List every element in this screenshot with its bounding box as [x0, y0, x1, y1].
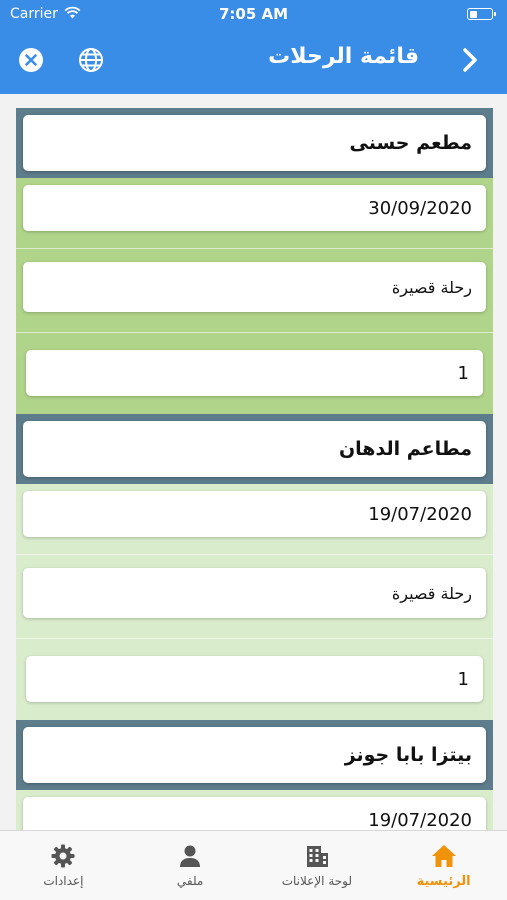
app-screen: Carrier 7:05 AM قائمة الرحلات مطعم حسنى …	[0, 0, 507, 900]
gear-icon	[51, 844, 75, 868]
divider	[16, 332, 493, 333]
tab-settings[interactable]: إعدادات	[0, 831, 127, 900]
navigation-bar: قائمة الرحلات	[0, 28, 507, 94]
trip-name: بيتزا بابا جونز	[23, 727, 486, 783]
trip-name: مطاعم الدهان	[23, 421, 486, 477]
tab-profile[interactable]: ملفي	[127, 831, 254, 900]
page-title: قائمة الرحلات	[268, 44, 419, 69]
trip-count: 1	[26, 656, 483, 702]
building-icon	[306, 846, 328, 867]
trip-card-body: 30/09/2020 رحلة قصيرة 1	[16, 178, 493, 414]
trip-date: 30/09/2020	[23, 185, 486, 231]
trip-count: 1	[26, 350, 483, 396]
tab-bulletin-board[interactable]: لوحة الإعلانات	[254, 831, 381, 900]
trip-date: 19/07/2020	[23, 797, 486, 830]
tab-home[interactable]: الرئيسية	[380, 831, 507, 900]
divider	[16, 248, 493, 249]
language-button[interactable]	[76, 45, 106, 75]
tab-label: الرئيسية	[416, 874, 471, 889]
trip-card-body: 19/07/2020 رحلة قصيرة 1	[16, 484, 493, 720]
battery-icon	[467, 8, 496, 20]
trip-card-header: مطاعم الدهان	[16, 414, 493, 484]
status-left: Carrier	[10, 6, 81, 23]
trip-card[interactable]: مطعم حسنى 30/09/2020 رحلة قصيرة 1	[16, 108, 493, 414]
home-icon	[431, 845, 456, 867]
chevron-right-icon	[463, 48, 477, 72]
trip-card[interactable]: مطاعم الدهان 19/07/2020 رحلة قصيرة 1	[16, 414, 493, 720]
tab-bar: إعدادات ملفي لوحة الإعلانات الرئيسية	[0, 830, 507, 900]
trip-card-header: مطعم حسنى	[16, 108, 493, 178]
trip-name: مطعم حسنى	[23, 115, 486, 171]
tab-label: لوحة الإعلانات	[281, 874, 353, 888]
trip-date: 19/07/2020	[23, 491, 486, 537]
trip-type: رحلة قصيرة	[23, 568, 486, 618]
tab-label: إعدادات	[43, 874, 84, 888]
close-circle-icon	[19, 48, 43, 72]
trip-card-header: بيتزا بابا جونز	[16, 720, 493, 790]
divider	[16, 554, 493, 555]
trip-card[interactable]: بيتزا بابا جونز 19/07/2020	[16, 720, 493, 830]
tab-label: ملفي	[176, 874, 204, 888]
nav-left-actions	[16, 45, 106, 75]
trip-list: مطعم حسنى 30/09/2020 رحلة قصيرة 1 مطاعم …	[0, 94, 507, 830]
trip-type: رحلة قصيرة	[23, 262, 486, 312]
person-icon	[180, 845, 201, 867]
carrier-label: Carrier	[10, 6, 58, 22]
trip-card-body: 19/07/2020	[16, 790, 493, 830]
wifi-icon	[64, 6, 81, 23]
close-button[interactable]	[16, 45, 46, 75]
back-button[interactable]	[455, 45, 485, 75]
divider	[16, 638, 493, 639]
status-bar: Carrier 7:05 AM	[0, 0, 507, 28]
globe-icon	[79, 48, 103, 72]
